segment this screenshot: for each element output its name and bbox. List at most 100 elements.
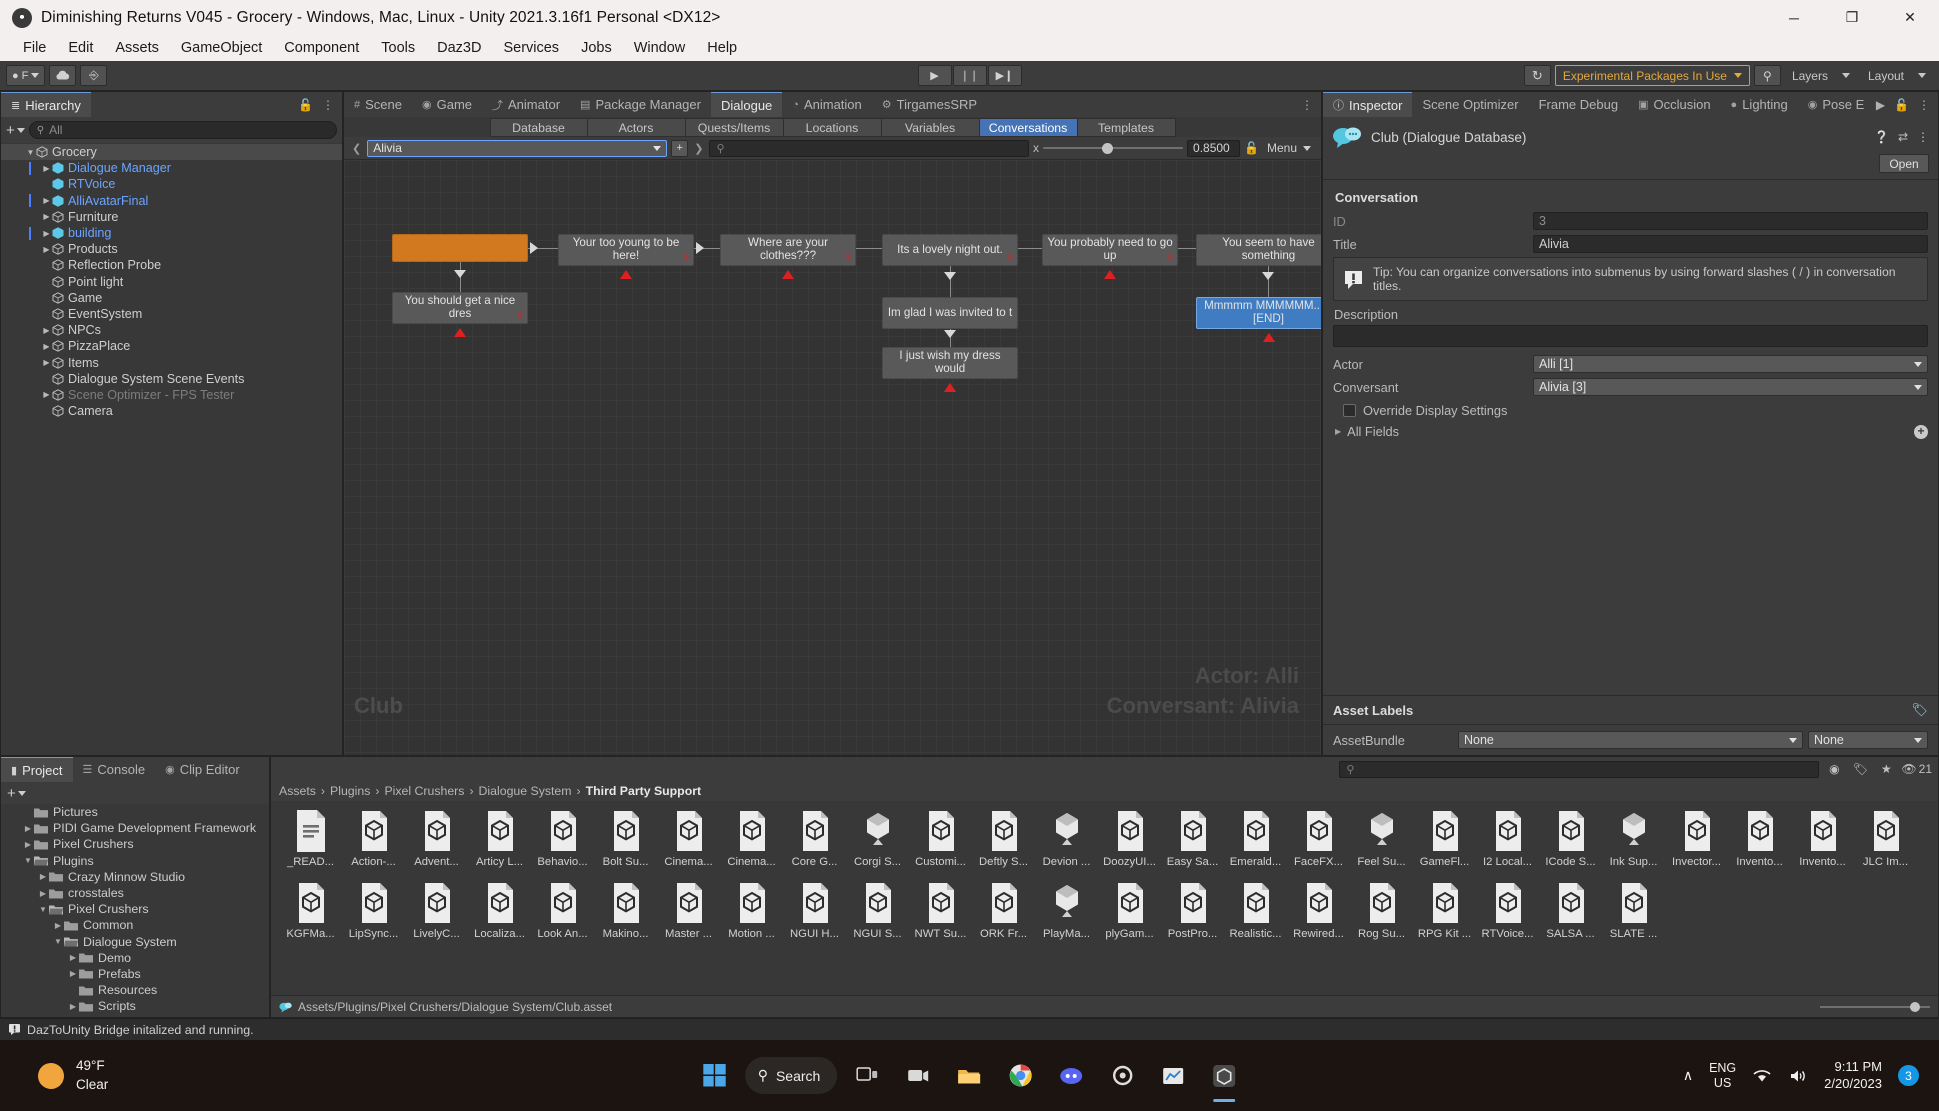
dialogue-node-canvas[interactable]: Actor: Alli Conversant: Alivia Club You … xyxy=(344,160,1321,755)
project-tabstrip[interactable]: ▮ Project ☰ Console ◉ Clip Editor xyxy=(1,757,269,782)
asset-item[interactable]: NGUI S... xyxy=(846,881,909,953)
chevron-right-icon[interactable]: ▶ xyxy=(41,326,52,335)
asset-item[interactable]: Feel Su... xyxy=(1350,809,1413,881)
menu-gameobject[interactable]: GameObject xyxy=(170,38,273,58)
asset-item[interactable]: I2 Local... xyxy=(1476,809,1539,881)
asset-item[interactable]: _READ... xyxy=(279,809,342,881)
inspector-tab-inspector[interactable]: ⓘ Inspector xyxy=(1323,92,1413,117)
hierarchy-search-input[interactable]: ⚲ All xyxy=(28,121,337,139)
chevron-right-icon[interactable]: ▶ xyxy=(41,390,52,399)
chevron-right-icon[interactable]: ▶ xyxy=(52,921,64,930)
tab-tirgamessrp[interactable]: ⚙ TirgamesSRP xyxy=(872,92,987,117)
chevron-right-icon[interactable]: ▶ xyxy=(67,1002,79,1011)
project-folder-pixel-crushers[interactable]: ▼ Pixel Crushers xyxy=(1,901,269,917)
lock-icon[interactable]: 🔓 xyxy=(1894,98,1909,112)
kebab-icon[interactable]: ⋮ xyxy=(1301,98,1313,112)
zoom-value-field[interactable]: 0.8500 xyxy=(1187,139,1241,157)
menu-window[interactable]: Window xyxy=(623,38,697,58)
wifi-icon[interactable] xyxy=(1752,1068,1772,1084)
asset-item[interactable]: Master ... xyxy=(657,881,720,953)
cloud-button[interactable] xyxy=(49,65,77,86)
breadcrumb[interactable]: Assets › Plugins › Pixel Crushers › Dialogue S… xyxy=(271,781,1938,801)
chrome-button[interactable] xyxy=(999,1055,1041,1097)
tab-scene[interactable]: # Scene xyxy=(344,92,412,117)
hidden-assets-counter[interactable]: 👁 21 xyxy=(1901,760,1932,778)
inspector-tab-frame-debug[interactable]: Frame Debug xyxy=(1529,92,1628,117)
asset-item[interactable]: Easy Sa... xyxy=(1161,809,1224,881)
hierarchy-item-furniture[interactable]: ▶ Furniture xyxy=(1,209,342,225)
layout-dropdown[interactable]: Layout xyxy=(1861,65,1933,86)
asset-item[interactable]: KGFMa... xyxy=(279,881,342,953)
asset-item[interactable]: JLC Im... xyxy=(1854,809,1917,881)
discord-button[interactable] xyxy=(1050,1055,1092,1097)
asset-item[interactable]: Rog Su... xyxy=(1350,881,1413,953)
hierarchy-item-point-light[interactable]: Point light xyxy=(1,274,342,290)
asset-item[interactable]: Core G... xyxy=(783,809,846,881)
asset-item[interactable]: LivelyC... xyxy=(405,881,468,953)
hierarchy-item-pizzaplace[interactable]: ▶ PizzaPlace xyxy=(1,338,342,354)
grid-zoom-slider[interactable] xyxy=(1820,1000,1930,1014)
asset-item[interactable]: GameFl... xyxy=(1413,809,1476,881)
asset-item[interactable]: ICode S... xyxy=(1539,809,1602,881)
breadcrumb-item[interactable]: Dialogue System xyxy=(479,784,572,798)
unity-app-button[interactable] xyxy=(1203,1055,1245,1097)
conversation-dropdown[interactable]: Alivia xyxy=(367,139,668,157)
kebab-icon[interactable]: ⋮ xyxy=(1917,130,1929,144)
project-add-button[interactable]: + xyxy=(7,785,26,802)
asset-item[interactable]: Behavio... xyxy=(531,809,594,881)
hierarchy-item-alliavatarfinal[interactable]: ▶ AlliAvatarFinal xyxy=(1,193,342,209)
subtab-database[interactable]: Database xyxy=(489,118,588,137)
asset-item[interactable]: Action-... xyxy=(342,809,405,881)
menu-services[interactable]: Services xyxy=(492,38,570,58)
grid-zoom-knob[interactable] xyxy=(1910,1001,1921,1012)
asset-item[interactable]: Motion ... xyxy=(720,881,783,953)
chevron-down-icon[interactable]: ▼ xyxy=(25,148,36,157)
taskbar-clock[interactable]: 9:11 PM 2/20/2023 xyxy=(1824,1059,1882,1093)
star-icon[interactable]: ★ xyxy=(1875,760,1897,778)
account-button[interactable]: ● F xyxy=(6,65,46,86)
chart-app-button[interactable] xyxy=(1152,1055,1194,1097)
notification-badge[interactable]: 3 xyxy=(1898,1065,1919,1086)
inspector-tabstrip[interactable]: ⓘ Inspector Scene Optimizer Frame Debug ▣ Occ… xyxy=(1323,92,1938,117)
dialogue-node-n5[interactable]: Im glad I was invited to t xyxy=(882,297,1018,329)
asset-item[interactable]: Corgi S... xyxy=(846,809,909,881)
subtab-actors[interactable]: Actors xyxy=(587,118,686,137)
asset-item[interactable]: DoozyUI... xyxy=(1098,809,1161,881)
dialogue-menu-button[interactable]: Menu xyxy=(1263,140,1315,157)
settings-button[interactable] xyxy=(1101,1055,1143,1097)
menu-file[interactable]: File xyxy=(12,38,57,58)
hierarchy-item-camera[interactable]: Camera xyxy=(1,403,342,419)
taskbar-weather-widget[interactable]: 49°F Clear xyxy=(0,1057,108,1093)
asset-grid[interactable]: _READ... Action-... Advent... Articy L... Be… xyxy=(271,801,1938,995)
volume-icon[interactable] xyxy=(1788,1068,1808,1084)
project-folder-dialogue-system[interactable]: ▼ Dialogue System xyxy=(1,934,269,950)
asset-item[interactable]: RTVoice... xyxy=(1476,881,1539,953)
inspector-tab-pose-e[interactable]: ◉ Pose E xyxy=(1798,92,1875,117)
collab-button[interactable]: ⎆ xyxy=(80,65,108,86)
add-field-button[interactable]: + xyxy=(1914,424,1928,439)
project-tab-console[interactable]: ☰ Console xyxy=(73,757,156,782)
breadcrumb-item[interactable]: Third Party Support xyxy=(586,784,701,798)
layers-dropdown[interactable]: Layers xyxy=(1785,65,1857,86)
menu-jobs[interactable]: Jobs xyxy=(570,38,623,58)
hierarchy-item-items[interactable]: ▶ Items xyxy=(1,354,342,370)
asset-item[interactable]: Realistic... xyxy=(1224,881,1287,953)
actor-dropdown[interactable]: Alli [1] xyxy=(1533,355,1928,373)
experimental-packages-button[interactable]: Experimental Packages In Use xyxy=(1554,65,1750,86)
editor-status-line[interactable]: DazToUnity Bridge initalized and running… xyxy=(0,1018,1939,1040)
minimize-button[interactable]: ─ xyxy=(1765,0,1823,35)
step-button[interactable]: ▶❙ xyxy=(987,65,1022,86)
tray-expand-button[interactable]: ∧ xyxy=(1683,1067,1693,1084)
hierarchy-item-building[interactable]: ▶ building xyxy=(1,225,342,241)
chevron-down-icon[interactable]: ▼ xyxy=(52,937,64,946)
windows-start-button[interactable] xyxy=(694,1055,736,1097)
asset-item[interactable]: Look An... xyxy=(531,881,594,953)
dialogue-node-n1[interactable]: You should get a nice dres? xyxy=(392,292,528,324)
zoom-slider-knob[interactable] xyxy=(1101,142,1113,154)
hierarchy-item-game[interactable]: Game xyxy=(1,290,342,306)
tab-animator[interactable]: ⤴ Animator xyxy=(482,92,570,117)
tab-animation[interactable]: ◔ Animation xyxy=(782,92,871,117)
tab-game[interactable]: ◉ Game xyxy=(412,92,482,117)
dialogue-node-n7[interactable]: You probably need to go up? xyxy=(1042,234,1178,266)
taskbar-search-button[interactable]: ⚲ Search xyxy=(744,1057,838,1094)
